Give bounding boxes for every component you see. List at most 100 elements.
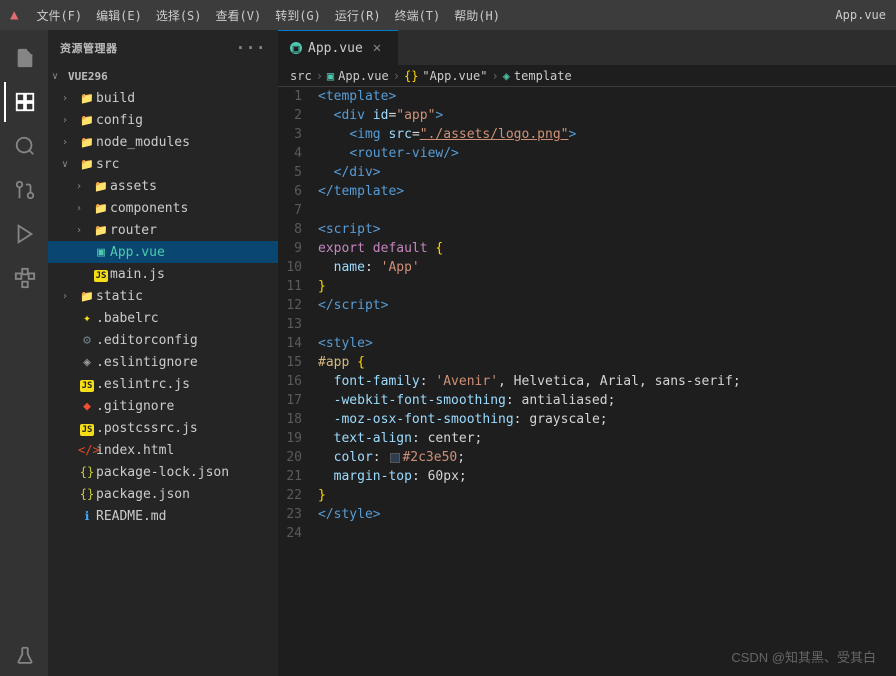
- tree-item[interactable]: ›📁router: [48, 219, 278, 241]
- line-number: 17: [278, 391, 318, 410]
- activity-icon-extensions[interactable]: [4, 258, 44, 298]
- tree-label: .postcssrc.js: [96, 421, 198, 436]
- tree-item[interactable]: ›📁static: [48, 285, 278, 307]
- tab-close-icon[interactable]: ✕: [373, 40, 381, 56]
- tree-item[interactable]: ∨📁src: [48, 153, 278, 175]
- line-number: 16: [278, 372, 318, 391]
- breadcrumb-sep3: ›: [491, 69, 498, 83]
- line-number: 12: [278, 296, 318, 315]
- activity-icon-git[interactable]: [4, 170, 44, 210]
- activity-icon-run[interactable]: [4, 214, 44, 254]
- breadcrumb-src: src: [290, 69, 312, 83]
- tab-dot: ▣: [290, 42, 302, 54]
- menu-item[interactable]: 文件(F): [30, 5, 88, 26]
- line-number: 1: [278, 87, 318, 106]
- breadcrumb-sep1: ›: [316, 69, 323, 83]
- tree-item[interactable]: ›📁build: [48, 87, 278, 109]
- tree-item[interactable]: {}package.json: [48, 483, 278, 505]
- tree-item[interactable]: ›📁node_modules: [48, 131, 278, 153]
- line-number: 21: [278, 467, 318, 486]
- code-editor[interactable]: 1<template>2 <div id="app">3 <img src=".…: [278, 87, 896, 676]
- breadcrumb-template-icon: ◈: [503, 69, 510, 83]
- titlebar: ▲ 文件(F)编辑(E)选择(S)查看(V)转到(G)运行(R)终端(T)帮助(…: [0, 0, 896, 30]
- line-content: <template>: [318, 87, 896, 106]
- code-line: 11}: [278, 277, 896, 296]
- file-icon: JS: [78, 377, 96, 391]
- menu-item[interactable]: 运行(R): [329, 5, 387, 26]
- line-content: <style>: [318, 334, 896, 353]
- breadcrumb-sep2: ›: [393, 69, 400, 83]
- tree-item[interactable]: ›📁assets: [48, 175, 278, 197]
- tree-item[interactable]: ▣App.vue: [48, 241, 278, 263]
- main-layout: 资源管理器 ··· ∨ VUE296 ›📁build›📁config›📁node…: [0, 30, 896, 676]
- sidebar-options[interactable]: ···: [236, 38, 266, 57]
- menu-item[interactable]: 终端(T): [389, 5, 447, 26]
- line-number: 8: [278, 220, 318, 239]
- code-line: 4 <router-view/>: [278, 144, 896, 163]
- tree-item[interactable]: JSmain.js: [48, 263, 278, 285]
- line-content: -moz-osx-font-smoothing: grayscale;: [318, 410, 896, 429]
- line-number: 5: [278, 163, 318, 182]
- line-number: 22: [278, 486, 318, 505]
- tree-item[interactable]: ›📁config: [48, 109, 278, 131]
- code-line: 8<script>: [278, 220, 896, 239]
- tree-item[interactable]: ✦.babelrc: [48, 307, 278, 329]
- code-line: 18 -moz-osx-font-smoothing: grayscale;: [278, 410, 896, 429]
- code-line: 6</template>: [278, 182, 896, 201]
- tree-item[interactable]: JS.eslintrc.js: [48, 373, 278, 395]
- tree-arrow-icon: ∨: [62, 159, 78, 170]
- file-icon: {}: [78, 487, 96, 501]
- code-line: 14<style>: [278, 334, 896, 353]
- menu-item[interactable]: 编辑(E): [90, 5, 148, 26]
- file-icon: JS: [78, 421, 96, 435]
- breadcrumb-app-vue: App.vue: [338, 69, 389, 83]
- tree-label: package.json: [96, 487, 190, 502]
- tree-item[interactable]: JS.postcssrc.js: [48, 417, 278, 439]
- line-content: </script>: [318, 296, 896, 315]
- activity-icon-files[interactable]: [4, 38, 44, 78]
- line-content: text-align: center;: [318, 429, 896, 448]
- tree-item[interactable]: {}package-lock.json: [48, 461, 278, 483]
- activity-icon-flask[interactable]: [4, 636, 44, 676]
- tree-item[interactable]: ℹREADME.md: [48, 505, 278, 527]
- menu-item[interactable]: 帮助(H): [448, 5, 506, 26]
- tree-label: src: [96, 157, 119, 172]
- activity-icon-search[interactable]: [4, 126, 44, 166]
- tree-item[interactable]: ›📁components: [48, 197, 278, 219]
- code-line: 7: [278, 201, 896, 220]
- tab-app-vue[interactable]: ▣ App.vue ✕: [278, 30, 398, 65]
- tree-items: ›📁build›📁config›📁node_modules∨📁src›📁asse…: [48, 87, 278, 527]
- tree-item[interactable]: </>index.html: [48, 439, 278, 461]
- line-content: </div>: [318, 163, 896, 182]
- file-icon: ◈: [78, 355, 96, 370]
- tree-label: build: [96, 91, 135, 106]
- line-content: }: [318, 486, 896, 505]
- file-icon: ▣: [92, 245, 110, 260]
- code-line: 2 <div id="app">: [278, 106, 896, 125]
- tree-root[interactable]: ∨ VUE296: [48, 65, 278, 87]
- menu-item[interactable]: 选择(S): [150, 5, 208, 26]
- code-line: 22}: [278, 486, 896, 505]
- tree-item[interactable]: ⚙.editorconfig: [48, 329, 278, 351]
- file-icon: 📁: [78, 135, 96, 149]
- tree-item[interactable]: ◈.eslintignore: [48, 351, 278, 373]
- breadcrumb: src › ▣ App.vue › {} "App.vue" › ◈ templ…: [278, 65, 896, 87]
- activity-icon-explorer[interactable]: [4, 82, 44, 122]
- file-icon: 📁: [78, 113, 96, 127]
- menu-item[interactable]: 转到(G): [269, 5, 327, 26]
- activity-bar: [0, 30, 48, 676]
- code-line: 13: [278, 315, 896, 334]
- code-line: 5 </div>: [278, 163, 896, 182]
- tree-item[interactable]: ◆.gitignore: [48, 395, 278, 417]
- tab-label: App.vue: [308, 41, 363, 56]
- tree-label: App.vue: [110, 245, 165, 260]
- menu-item[interactable]: 查看(V): [210, 5, 268, 26]
- tree-arrow-icon: ›: [62, 291, 78, 302]
- tree-arrow-icon: ›: [62, 115, 78, 126]
- tree-label: .gitignore: [96, 399, 174, 414]
- line-content: </template>: [318, 182, 896, 201]
- tree-label: .editorconfig: [96, 333, 198, 348]
- watermark: CSDN @知其黑、受其白: [731, 647, 876, 666]
- tree-label: README.md: [96, 509, 166, 524]
- sidebar: 资源管理器 ··· ∨ VUE296 ›📁build›📁config›📁node…: [48, 30, 278, 676]
